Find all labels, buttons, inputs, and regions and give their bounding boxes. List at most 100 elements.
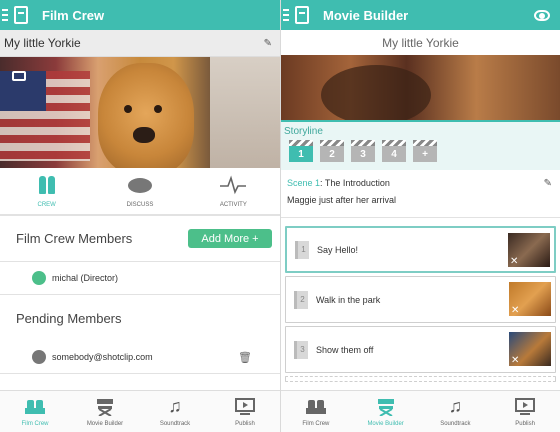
menu-icon[interactable] [2, 9, 8, 21]
dog-head [98, 63, 194, 168]
phone-logo-icon [295, 6, 309, 24]
tab-crew[interactable]: CREW [0, 168, 93, 214]
app-bar: Film Crew [0, 0, 280, 30]
photo-wall [210, 57, 280, 168]
phone-logo-icon [14, 6, 28, 24]
crew-icon [38, 176, 55, 194]
shot-thumbnail[interactable]: ✕ [509, 282, 551, 316]
crew-tabs: CREW DISCUSS ACTIVITY [0, 168, 280, 216]
shot-label: Show them off [316, 344, 374, 355]
nav-soundtrack-label: Soundtrack [440, 420, 471, 427]
publish-icon [235, 397, 255, 415]
nav-movie-builder[interactable]: Movie Builder [70, 391, 140, 432]
edit-icon[interactable]: ✎ [544, 178, 552, 189]
director-chair-icon [377, 398, 394, 416]
members-heading: Film Crew Members [16, 231, 133, 246]
nav-publish-label: Publish [515, 420, 535, 427]
shot-row[interactable]: 3 Show them off ✕ [285, 326, 556, 373]
remove-icon[interactable]: ✕ [510, 256, 518, 267]
storyline-label: Storyline [284, 126, 323, 137]
member-row[interactable]: michal (Director) [0, 262, 280, 295]
storyline-bar: Storyline 1 2 3 4 + [281, 120, 560, 170]
add-more-button[interactable]: Add More + [188, 229, 272, 248]
project-title: My little Yorkie [4, 36, 81, 50]
scene-button-4[interactable]: 4 [382, 140, 406, 162]
pending-member-row[interactable]: somebody@shotclip.com 🗑 [0, 341, 280, 374]
scene-title: : The Introduction [320, 178, 390, 188]
film-crew-icon [25, 399, 45, 414]
shot-number: 2 [294, 290, 308, 309]
tab-discuss[interactable]: DISCUSS [93, 168, 186, 214]
scene-button-1[interactable]: 1 [289, 140, 313, 162]
music-note-icon: ♫ [448, 396, 463, 416]
nav-soundtrack[interactable]: ♫ Soundtrack [421, 391, 491, 432]
shot-thumbnail[interactable]: ✕ [508, 233, 550, 267]
nav-publish[interactable]: Publish [490, 391, 560, 432]
app-bar: Movie Builder [281, 0, 560, 30]
pending-email: somebody@shotclip.com [52, 352, 153, 362]
trash-icon[interactable]: 🗑 [238, 351, 252, 364]
nav-publish-label: Publish [235, 420, 255, 427]
nav-soundtrack-label: Soundtrack [159, 420, 191, 427]
eye-icon[interactable] [534, 9, 550, 21]
nav-movie-builder[interactable]: Movie Builder [351, 391, 421, 432]
members-section-header: Film Crew Members Add More + [0, 216, 280, 262]
movie-builder-screen: Movie Builder My little Yorkie Storyline… [280, 0, 560, 432]
shot-row[interactable]: 1 Say Hello! ✕ [285, 226, 556, 273]
tab-activity-label: ACTIVITY [219, 202, 247, 208]
shot-list: 1 Say Hello! ✕ 2 Walk in the park ✕ 3 Sh… [281, 226, 560, 382]
shot-label: Say Hello! [317, 244, 359, 255]
app-bar-title: Film Crew [42, 7, 105, 23]
tab-activity[interactable]: ACTIVITY [187, 168, 280, 214]
scene-button-3[interactable]: 3 [351, 140, 375, 162]
scene-description: Maggie just after her arrival [287, 195, 397, 205]
shot-number: 3 [294, 340, 308, 359]
movie-title: My little Yorkie [382, 35, 459, 50]
dog-eye-left [124, 105, 132, 113]
member-avatar [32, 271, 46, 285]
remove-icon[interactable]: ✕ [511, 305, 519, 316]
bottom-nav: Film Crew Movie Builder ♫ Soundtrack Pub… [281, 390, 560, 432]
app-bar-title: Movie Builder [323, 7, 409, 23]
nav-publish[interactable]: Publish [210, 391, 280, 432]
music-note-icon: ♫ [168, 396, 182, 416]
nav-film-crew-label: Film Crew [302, 420, 330, 427]
movie-preview[interactable] [281, 55, 560, 120]
tab-crew-label: CREW [37, 202, 56, 208]
shot-thumbnail[interactable]: ✕ [509, 332, 551, 366]
project-title-bar: My little Yorkie ✎ [0, 30, 280, 57]
nav-movie-builder-label: Movie Builder [86, 420, 124, 427]
scene-button-2[interactable]: 2 [320, 140, 344, 162]
scene-info: Scene 1: The Introduction Maggie just af… [281, 170, 560, 218]
nav-movie-builder-label: Movie Builder [367, 420, 404, 427]
pending-heading: Pending Members [16, 310, 122, 326]
shot-number: 1 [295, 240, 309, 259]
shot-row[interactable]: 2 Walk in the park ✕ [285, 276, 556, 323]
project-cover-photo [0, 57, 280, 168]
camera-icon[interactable] [12, 71, 26, 81]
shot-placeholder [285, 376, 556, 382]
scene-selector: 1 2 3 4 + [289, 140, 437, 162]
pending-avatar [32, 350, 46, 364]
member-name: michal (Director) [52, 273, 119, 283]
edit-icon[interactable]: ✎ [264, 38, 272, 49]
nav-film-crew[interactable]: Film Crew [0, 391, 70, 432]
dog-nose [133, 127, 155, 143]
remove-icon[interactable]: ✕ [511, 355, 519, 366]
menu-icon[interactable] [283, 9, 289, 21]
scene-number: Scene 1 [287, 178, 321, 188]
film-crew-screen: Film Crew My little Yorkie ✎ CREW DISCUS… [0, 0, 280, 432]
tab-discuss-label: DISCUSS [126, 202, 154, 208]
add-scene-button[interactable]: + [413, 140, 437, 162]
nav-soundtrack[interactable]: ♫ Soundtrack [140, 391, 210, 432]
nav-film-crew[interactable]: Film Crew [281, 391, 351, 432]
director-chair-icon [97, 398, 113, 416]
dog-eye-right [154, 105, 162, 113]
publish-icon [515, 397, 536, 415]
bottom-nav: Film Crew Movie Builder ♫ Soundtrack Pub… [0, 390, 280, 432]
shot-label: Walk in the park [316, 294, 381, 305]
nav-film-crew-label: Film Crew [21, 420, 49, 427]
activity-icon [220, 175, 247, 195]
film-crew-icon [305, 399, 326, 414]
discuss-icon [127, 177, 152, 193]
